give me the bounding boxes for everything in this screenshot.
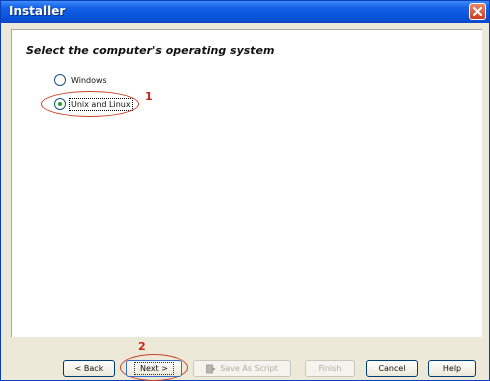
annotation-number-2: 2	[138, 340, 146, 353]
help-button[interactable]: Help	[428, 360, 476, 377]
finish-button[interactable]: Finish	[305, 360, 355, 377]
back-button[interactable]: < Back	[63, 360, 115, 377]
save-as-script-label: Save As Script	[220, 364, 278, 373]
radio-button-windows[interactable]	[54, 74, 66, 86]
annotation-number-1: 1	[145, 90, 153, 103]
help-button-label: Help	[442, 364, 462, 373]
annotation-oval-1	[41, 91, 139, 117]
title-bar[interactable]: Installer	[1, 1, 489, 23]
script-icon	[206, 364, 216, 373]
back-button-label: < Back	[74, 364, 104, 373]
next-button-label: Next >	[134, 362, 174, 375]
next-button[interactable]: Next >	[126, 360, 182, 377]
radio-label-windows[interactable]: Windows	[71, 76, 107, 85]
close-icon	[473, 7, 482, 16]
finish-button-label: Finish	[318, 364, 342, 373]
save-as-script-button[interactable]: Save As Script	[193, 360, 291, 377]
close-button[interactable]	[469, 3, 486, 20]
page-heading: Select the computer's operating system	[26, 44, 275, 57]
cancel-button[interactable]: Cancel	[366, 360, 418, 377]
radio-option-windows[interactable]: Windows	[54, 73, 107, 87]
installer-window: Installer	[0, 0, 490, 381]
window-title: Installer	[9, 4, 66, 18]
cancel-button-label: Cancel	[378, 364, 406, 373]
